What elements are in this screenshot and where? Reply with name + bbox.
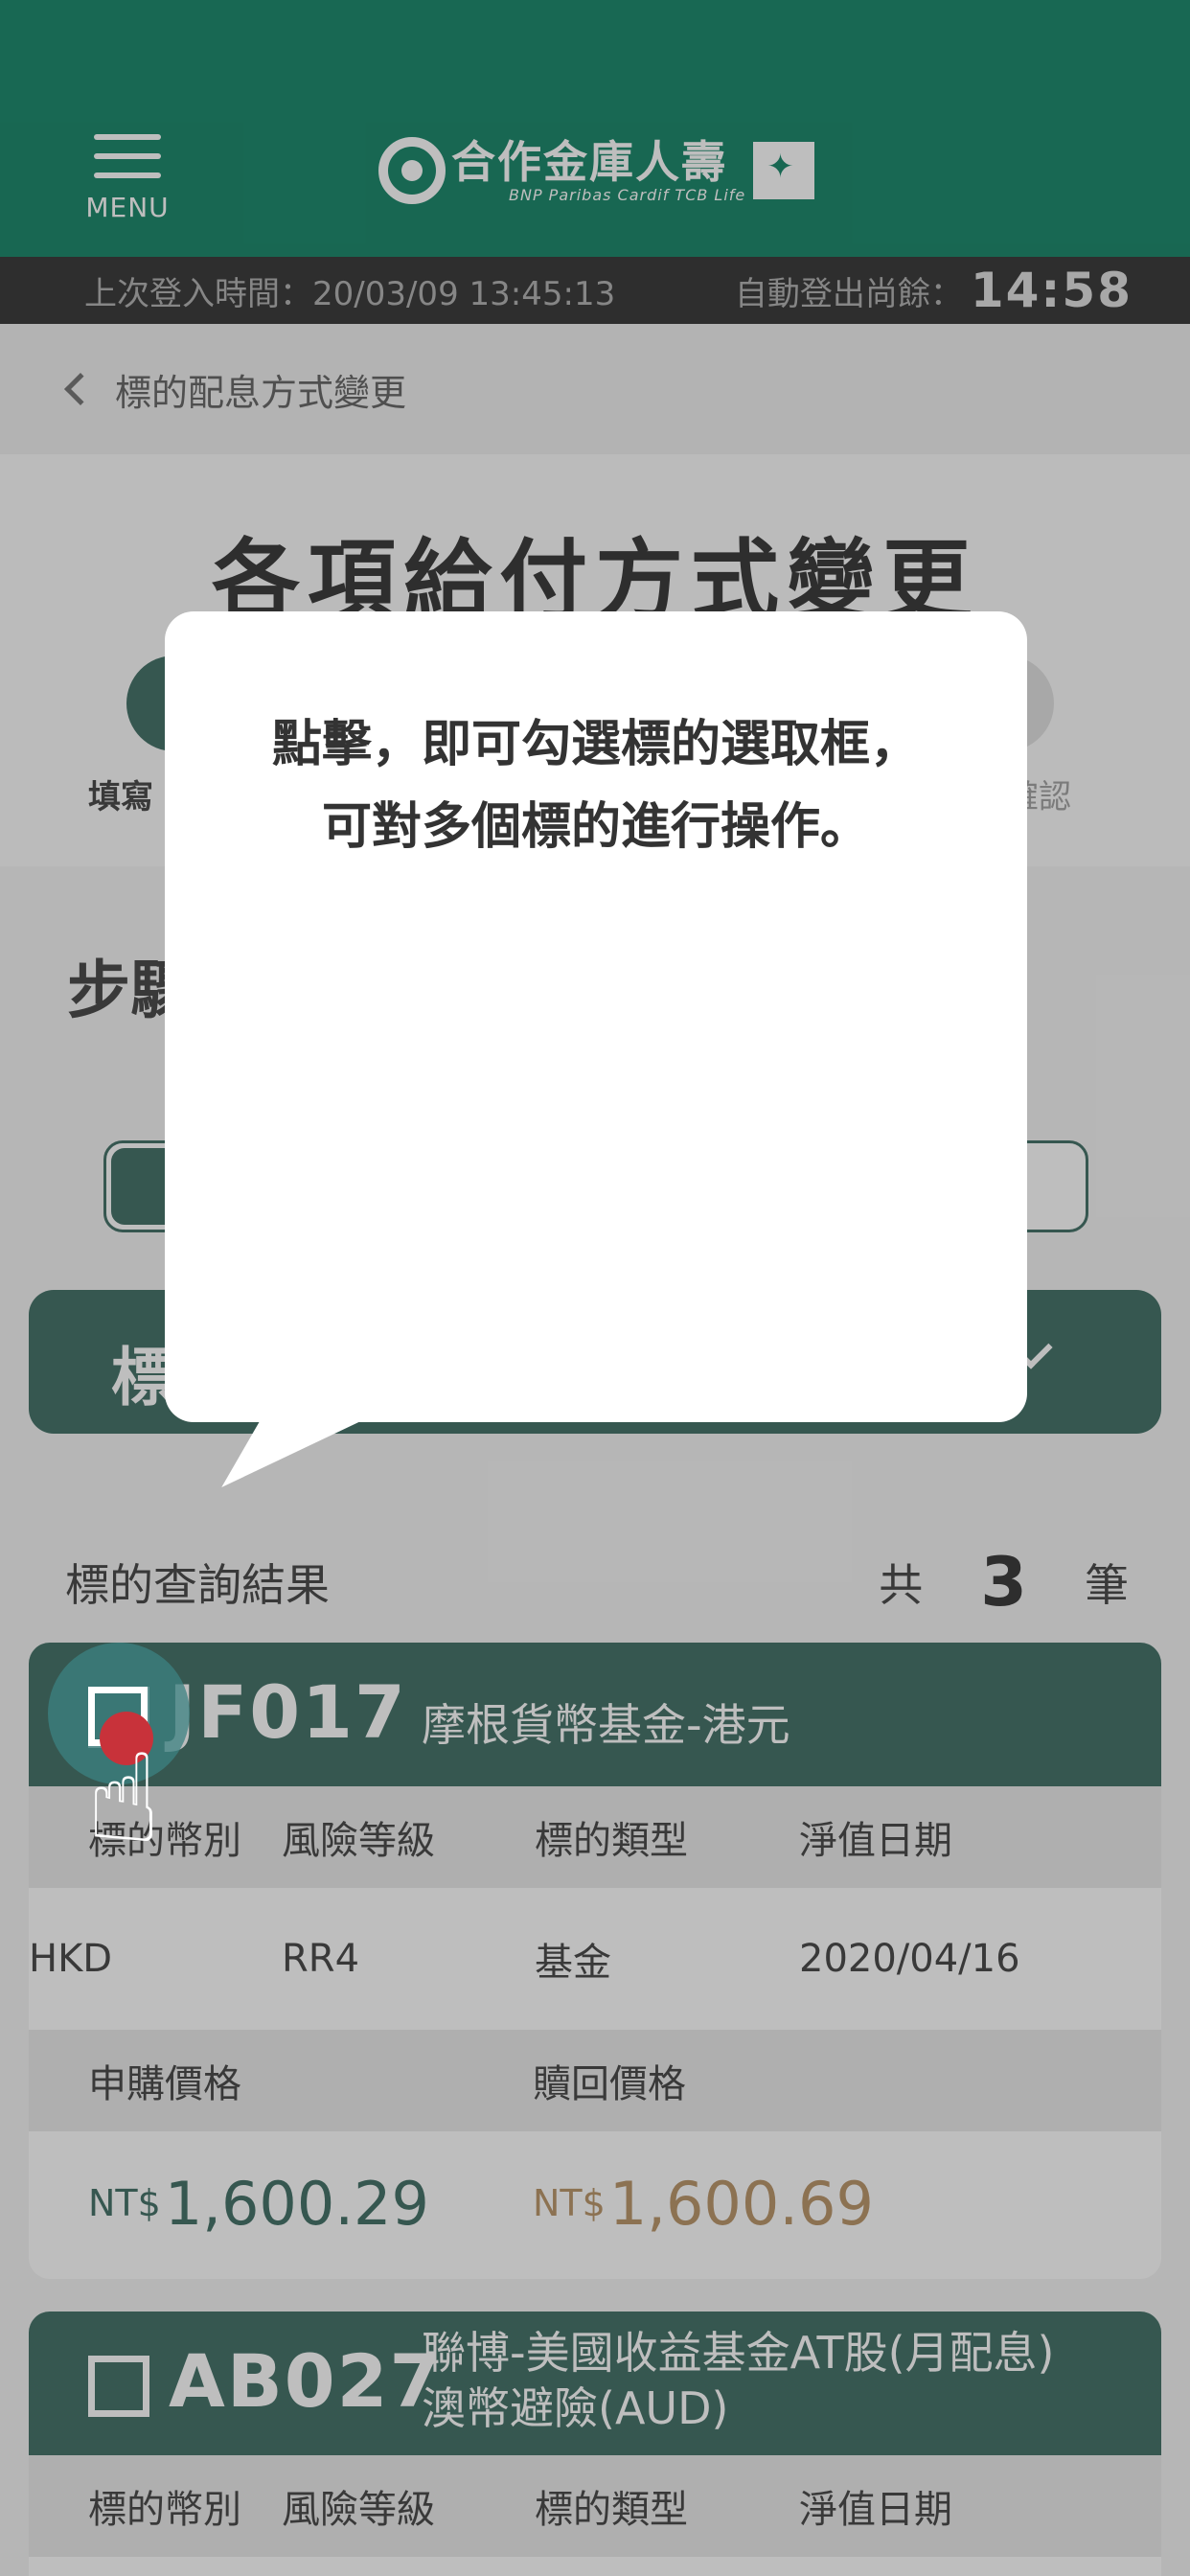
- tooltip-message: 點擊，即可勾選標的選取框， 可對多個標的進行操作。: [165, 703, 1027, 868]
- tooltip-line2: 可對多個標的進行操作。: [321, 798, 870, 856]
- tooltip-line1: 點擊，即可勾選標的選取框，: [271, 716, 920, 773]
- pointing-hand-icon: ☝: [86, 1728, 161, 1871]
- tutorial-tooltip: 點擊，即可勾選標的選取框， 可對多個標的進行操作。: [165, 611, 1027, 1422]
